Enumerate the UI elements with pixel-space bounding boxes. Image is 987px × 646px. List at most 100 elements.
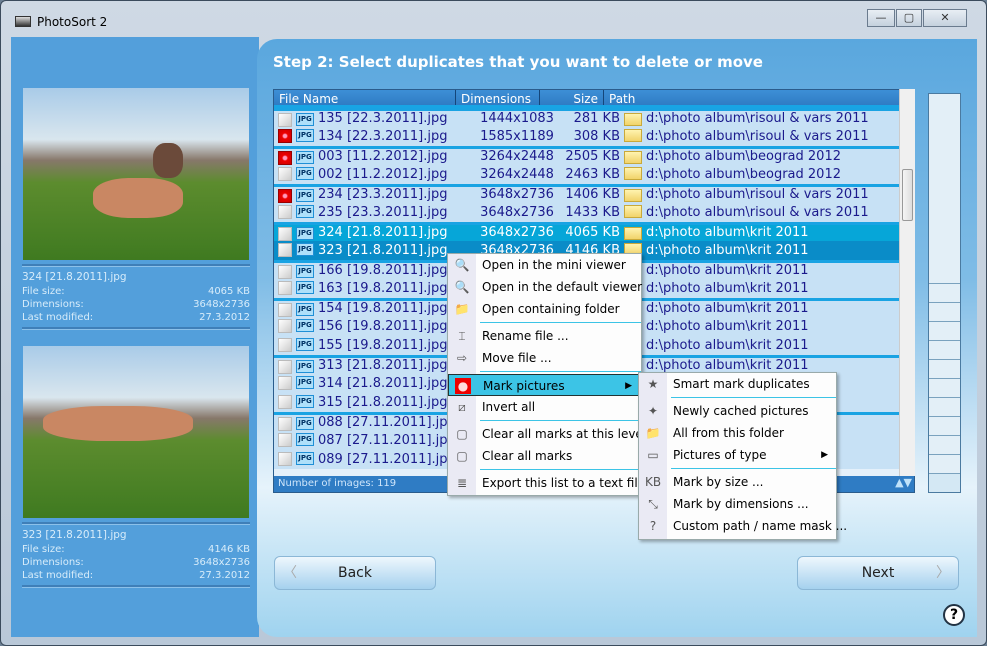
dimensions: 3648x2736 — [480, 225, 554, 240]
menu-item[interactable]: ▢ Clear all marks at this level — [448, 423, 646, 445]
folder-icon — [624, 227, 642, 240]
table-row[interactable]: JPG 234 [23.3.2011].jpg 3648x2736 1406 K… — [274, 184, 914, 203]
table-row[interactable]: JPG 134 [22.3.2011].jpg 1585x1189 308 KB… — [274, 127, 914, 146]
menu-item[interactable]: ⤡ Mark by dimensions ... — [639, 493, 836, 515]
mark-checkbox[interactable] — [278, 338, 292, 352]
mark-checkbox[interactable] — [278, 433, 292, 447]
menu-item[interactable]: 📁 Open containing folder — [448, 298, 641, 320]
preview-filename: 323 [21.8.2011].jpg — [22, 529, 127, 541]
scrollbar-thumb[interactable] — [902, 169, 913, 221]
jpg-icon: JPG — [296, 452, 314, 465]
mark-checkbox[interactable] — [278, 360, 292, 374]
table-row[interactable]: JPG 324 [21.8.2011].jpg 3648x2736 4065 K… — [274, 222, 914, 241]
jpg-icon: JPG — [296, 129, 314, 142]
image-type-icon: ▭ — [647, 448, 659, 462]
table-row[interactable]: JPG 003 [11.2.2012].jpg 3264x2448 2505 K… — [274, 146, 914, 165]
mark-checkbox[interactable] — [278, 113, 292, 127]
menu-separator — [480, 322, 641, 323]
menu-item[interactable]: ⧄ Invert all — [448, 396, 641, 418]
file-path: d:\photo album\krit 2011 — [646, 263, 809, 278]
file-size: 2505 KB — [565, 149, 620, 164]
table-row[interactable]: JPG 002 [11.2.2012].jpg 3264x2448 2463 K… — [274, 165, 914, 184]
close-button[interactable]: ✕ — [923, 9, 967, 27]
menu-item[interactable]: KB Mark by size ... — [639, 471, 836, 493]
chevron-left-icon: 〈 — [283, 565, 297, 581]
preview-image-2[interactable] — [23, 346, 249, 518]
mark-checkbox[interactable] — [278, 303, 292, 317]
mark-checkbox[interactable] — [278, 167, 292, 181]
file-size: 1406 KB — [565, 187, 620, 202]
back-button[interactable]: 〈 Back — [274, 556, 436, 590]
mark-checkbox[interactable] — [278, 205, 292, 219]
jpg-icon: JPG — [296, 281, 314, 294]
next-button[interactable]: Next 〉 — [797, 556, 959, 590]
folder-icon — [624, 129, 642, 142]
mark-pictures-submenu: ★ Smart mark duplicates ✦ Newly cached pict… — [638, 372, 847, 540]
menu-item[interactable]: ▭ Pictures of type ▶ — [639, 444, 836, 466]
mark-checkbox[interactable] — [278, 281, 292, 295]
file-path: d:\photo album\krit 2011 — [646, 225, 809, 240]
minimize-button[interactable]: — — [867, 9, 895, 27]
rename-icon: ⌶ — [458, 329, 466, 343]
mark-checkbox[interactable] — [278, 265, 292, 279]
table-row[interactable]: JPG 135 [22.3.2011].jpg 1444x1083 281 KB… — [274, 108, 914, 127]
menu-item-label: Mark pictures — [483, 379, 565, 393]
label: Last modified: — [22, 570, 94, 581]
col-file-name[interactable]: File Name — [274, 90, 456, 106]
menu-item-label: Clear all marks — [482, 449, 573, 463]
mark-checkbox[interactable] — [278, 129, 292, 143]
menu-item[interactable]: ● Mark pictures ▶ — [448, 374, 641, 396]
menu-item[interactable]: ⇨ Move file ... — [448, 347, 641, 369]
table-scrollbar[interactable] — [899, 89, 915, 476]
group-cell — [929, 398, 960, 417]
menu-item[interactable]: ? Custom path / name mask ... — [639, 515, 847, 537]
group-cell — [929, 284, 960, 303]
col-path[interactable]: Path — [604, 90, 914, 106]
col-size[interactable]: Size — [540, 90, 604, 106]
context-menu: 🔍 Open in the mini viewer 🔍 Open in the def… — [447, 253, 660, 496]
menu-item[interactable]: 🔍 Open in the mini viewer — [448, 254, 641, 276]
mark-checkbox[interactable] — [278, 452, 292, 466]
menu-item[interactable]: 📁 All from this folder — [639, 422, 836, 444]
mark-checkbox[interactable] — [278, 319, 292, 333]
menu-item[interactable]: ★ Smart mark duplicates — [639, 373, 836, 395]
jpg-icon: JPG — [296, 376, 314, 389]
preview-image-1[interactable] — [23, 88, 249, 260]
group-cell — [929, 94, 960, 113]
mark-checkbox[interactable] — [278, 417, 292, 431]
mark-checkbox[interactable] — [278, 376, 292, 390]
mark-checkbox[interactable] — [278, 189, 292, 203]
menu-item-label: Mark by size ... — [673, 475, 764, 489]
mark-checkbox[interactable] — [278, 395, 292, 409]
jpg-icon: JPG — [296, 113, 314, 126]
nav-arrows[interactable]: ▲▼ — [895, 475, 912, 491]
help-button[interactable]: ? — [943, 604, 965, 626]
chevron-right-icon: 〉 — [936, 565, 950, 581]
menu-item[interactable]: ✦ Newly cached pictures — [639, 400, 836, 422]
file-path: d:\photo album\risoul & vars 2011 — [646, 187, 869, 202]
file-path: d:\photo album\risoul & vars 2011 — [646, 111, 869, 126]
value: 4065 KB — [207, 286, 250, 297]
table-row[interactable]: JPG 235 [23.3.2011].jpg 3648x2736 1433 K… — [274, 203, 914, 222]
menu-item[interactable]: ▢ Clear all marks — [448, 445, 641, 467]
mark-checkbox[interactable] — [278, 227, 292, 241]
file-path: d:\photo album\krit 2011 — [646, 338, 809, 353]
group-cell — [929, 170, 960, 189]
col-dimensions[interactable]: Dimensions — [456, 90, 540, 106]
menu-separator — [671, 468, 836, 469]
menu-item[interactable]: ⌶ Rename file ... — [448, 325, 641, 347]
menu-item[interactable]: 🔍 Open in the default viewer — [448, 276, 643, 298]
mark-icon: ● — [455, 378, 471, 394]
label: File size: — [22, 544, 65, 555]
file-path: d:\photo album\krit 2011 — [646, 301, 809, 316]
file-name: 135 [22.3.2011].jpg — [318, 111, 448, 126]
mark-checkbox[interactable] — [278, 243, 292, 257]
maximize-button[interactable]: ▢ — [896, 9, 922, 27]
label: File size: — [22, 286, 65, 297]
file-size: 308 KB — [573, 129, 620, 144]
preview-panel: 324 [21.8.2011].jpg File size: 4065 KB Di… — [11, 37, 259, 637]
menu-item[interactable]: ≣ Export this list to a text file ... — [448, 472, 660, 494]
mark-checkbox[interactable] — [278, 151, 292, 165]
jpg-icon: JPG — [296, 319, 314, 332]
image-count: Number of images: 119 — [278, 478, 397, 489]
